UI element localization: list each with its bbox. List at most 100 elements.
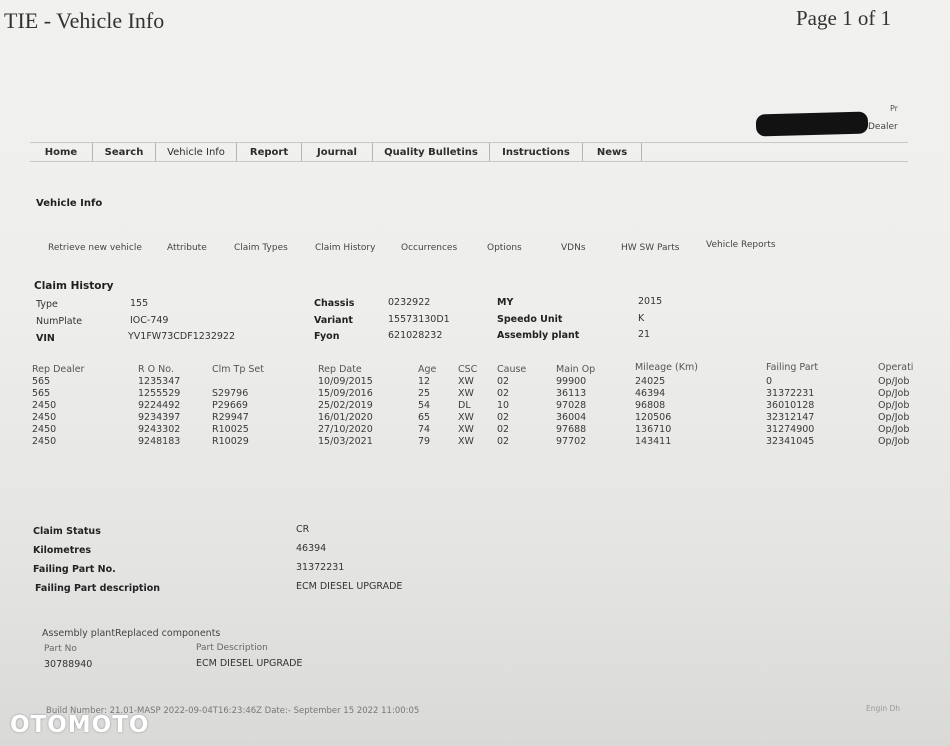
cell-age: 74	[418, 424, 431, 435]
cell-mileage: 96808	[635, 400, 666, 411]
nav-journal[interactable]: Journal	[302, 143, 373, 161]
cell-cause: 02	[497, 412, 510, 423]
chassis-value: 0232922	[388, 297, 431, 308]
col-rep-date: Rep Date	[318, 364, 362, 375]
cell-ro-no: 1235347	[138, 376, 181, 387]
cell-clm-tp-set: P29669	[212, 400, 248, 411]
nav-quality-bulletins[interactable]: Quality Bulletins	[373, 143, 490, 161]
cell-rep-date: 27/10/2020	[318, 424, 373, 435]
cell-failing-part: 36010128	[766, 400, 815, 411]
failing-part-no-value: 31372231	[296, 562, 345, 573]
cell-rep-date: 10/09/2015	[318, 376, 373, 387]
chassis-label: Chassis	[314, 298, 355, 309]
cell-main-op: 97688	[556, 424, 587, 435]
cell-operation: Op/Job	[878, 424, 910, 435]
cell-rep-dealer: 2450	[32, 424, 57, 435]
redaction-mark	[755, 111, 869, 137]
cell-age: 54	[418, 400, 431, 411]
subnav-attribute[interactable]: Attribute	[167, 243, 207, 253]
subnav-options[interactable]: Options	[487, 243, 522, 253]
failing-part-no-label: Failing Part No.	[33, 564, 116, 575]
table-row: 2450 9248183 R10029 15/03/2021 79 XW 02 …	[0, 436, 950, 448]
type-label: Type	[36, 299, 58, 310]
vin-value: YV1FW73CDF1232922	[128, 331, 236, 342]
cell-mileage: 24025	[635, 376, 666, 387]
cell-cause: 02	[497, 388, 510, 399]
table-row: 565 1235347 10/09/2015 12 XW 02 99900 24…	[0, 376, 950, 388]
cell-age: 12	[418, 376, 431, 387]
speedo-unit-label: Speedo Unit	[497, 314, 563, 325]
cell-csc: DL	[458, 400, 471, 411]
table-row: 565 1255529 S29796 15/09/2016 25 XW 02 3…	[0, 388, 950, 400]
dealer-label: Dealer	[868, 122, 898, 132]
subnav-occurrences[interactable]: Occurrences	[401, 243, 457, 253]
my-value: 2015	[638, 296, 663, 307]
col-age: Age	[418, 364, 437, 375]
col-mileage: Mileage (Km)	[635, 362, 698, 373]
cell-rep-dealer: 2450	[32, 436, 57, 447]
cell-main-op: 97028	[556, 400, 587, 411]
cell-failing-part: 32341045	[766, 436, 815, 447]
cell-failing-part: 31372231	[766, 388, 815, 399]
cell-ro-no: 9243302	[138, 424, 181, 435]
fyon-label: Fyon	[314, 331, 340, 342]
subnav-hw-sw-parts[interactable]: HW SW Parts	[621, 243, 679, 253]
replaced-part-desc: ECM DIESEL UPGRADE	[196, 658, 303, 669]
cell-cause: 02	[497, 376, 510, 387]
table-row: 2450 9234397 R29947 16/01/2020 65 XW 02 …	[0, 412, 950, 424]
cell-csc: XW	[458, 376, 474, 387]
cell-ro-no: 9224492	[138, 400, 181, 411]
cell-csc: XW	[458, 436, 474, 447]
subnav-vdns[interactable]: VDNs	[561, 243, 586, 253]
nav-vehicle-info[interactable]: Vehicle Info	[156, 143, 237, 161]
cell-age: 25	[418, 388, 431, 399]
cell-operation: Op/Job	[878, 412, 910, 423]
cell-ro-no: 9248183	[138, 436, 181, 447]
col-clm-tp-set: Clm Tp Set	[212, 364, 264, 375]
cell-operation: Op/Job	[878, 376, 910, 387]
cell-csc: XW	[458, 412, 474, 423]
col-csc: CSC	[458, 364, 478, 375]
cell-failing-part: 31274900	[766, 424, 815, 435]
variant-label: Variant	[314, 315, 353, 326]
speedo-unit-value: K	[638, 313, 645, 324]
cell-main-op: 97702	[556, 436, 587, 447]
nav-report[interactable]: Report	[237, 143, 302, 161]
assembly-plant-value: 21	[638, 329, 651, 340]
cell-main-op: 99900	[556, 376, 587, 387]
cell-rep-dealer: 2450	[32, 412, 57, 423]
cell-csc: XW	[458, 424, 474, 435]
cell-ro-no: 1255529	[138, 388, 181, 399]
cell-rep-date: 25/02/2019	[318, 400, 373, 411]
pr-label: Pr	[890, 104, 898, 113]
subnav-claim-history[interactable]: Claim History	[315, 243, 375, 253]
cell-mileage: 136710	[635, 424, 672, 435]
nav-home[interactable]: Home	[30, 143, 93, 161]
nav-search[interactable]: Search	[93, 143, 156, 161]
table-row: 2450 9243302 R10025 27/10/2020 74 XW 02 …	[0, 424, 950, 436]
cell-mileage: 120506	[635, 412, 672, 423]
cell-rep-date: 16/01/2020	[318, 412, 373, 423]
cell-age: 79	[418, 436, 431, 447]
subnav-retrieve-new-vehicle[interactable]: Retrieve new vehicle	[48, 243, 142, 253]
variant-value: 15573130D1	[388, 314, 450, 325]
claim-status-value: CR	[296, 524, 310, 535]
cell-main-op: 36113	[556, 388, 587, 399]
cell-rep-dealer: 565	[32, 376, 51, 387]
my-label: MY	[497, 297, 514, 308]
col-operation: Operati	[878, 362, 914, 373]
document-title: TIE - Vehicle Info	[4, 8, 165, 33]
nav-news[interactable]: News	[583, 143, 642, 161]
col-cause: Cause	[497, 364, 527, 375]
cell-ro-no: 9234397	[138, 412, 181, 423]
cell-clm-tp-set: R10025	[212, 424, 249, 435]
subnav-vehicle-reports[interactable]: Vehicle Reports	[706, 240, 776, 250]
cell-failing-part: 0	[766, 376, 773, 387]
cell-clm-tp-set: R29947	[212, 412, 249, 423]
watermark-logo: OTOMOTO	[10, 712, 150, 738]
kilometres-value: 46394	[296, 543, 327, 554]
nav-instructions[interactable]: Instructions	[490, 143, 583, 161]
cell-cause: 02	[497, 436, 510, 447]
subnav-claim-types[interactable]: Claim Types	[234, 243, 288, 253]
vin-label: VIN	[36, 333, 55, 344]
